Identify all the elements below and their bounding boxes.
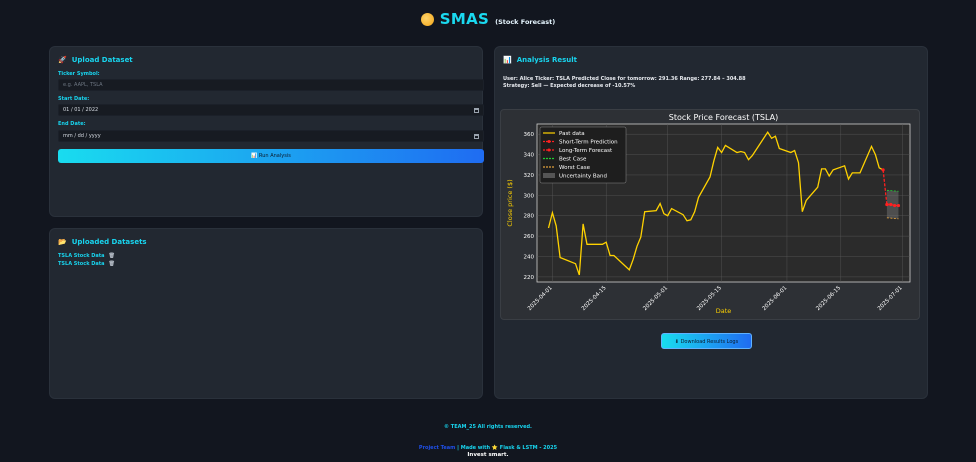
calendar-icon[interactable]	[474, 108, 479, 113]
app-title: SMAS	[439, 10, 490, 28]
y-tick-label: 300	[524, 193, 535, 199]
trash-icon[interactable]: 🗑	[109, 261, 115, 267]
y-tick-label: 360	[524, 132, 535, 138]
y-tick-label: 240	[524, 255, 535, 261]
ticker-input[interactable]: e.g. AAPL, TSLA	[58, 79, 484, 91]
analysis-result-heading: 📊 Analysis Result	[503, 56, 578, 64]
legend-label: Past data	[559, 131, 585, 137]
long-term-point	[889, 202, 893, 207]
rocket-icon: 🚀	[58, 56, 67, 64]
run-analysis-button[interactable]: 📊 Run Analysis	[58, 149, 484, 163]
chart-icon: 📊	[503, 56, 512, 64]
footer-tagline: Invest smart.	[467, 452, 509, 458]
footer-rights: © TEAM_25 All rights reserved.	[444, 424, 532, 430]
y-tick-label: 260	[524, 234, 535, 240]
dataset-item[interactable]: TSLA Stock Data 🗑	[58, 253, 115, 259]
download-icon: ⬇	[674, 339, 679, 345]
long-term-point	[896, 203, 901, 208]
legend-swatch	[543, 173, 555, 178]
strategy-summary: Strategy: Sell — Expected decrease of -1…	[503, 83, 636, 89]
short-term-point	[881, 168, 885, 172]
forecast-chart-svg: Stock Price Forecast (TSLA) 220 240 260 280 3…	[506, 113, 911, 315]
y-tick-label: 340	[524, 153, 535, 159]
calendar-icon[interactable]	[474, 134, 479, 139]
end-date-label: End Date:	[58, 121, 86, 127]
upload-dataset-heading: 🚀 Upload Dataset	[58, 56, 133, 64]
y-tick-label: 220	[524, 275, 535, 281]
developer-link[interactable]: Project Team	[419, 445, 456, 451]
chart-icon: 📊	[251, 153, 258, 159]
analysis-result-card: 📊 Analysis Result User: Alice Ticker: TS…	[494, 46, 928, 399]
x-tick-label: 2025-07-01	[877, 285, 904, 312]
y-tick-label: 280	[524, 214, 535, 220]
legend-label: Uncertainty Band	[559, 174, 607, 180]
start-date-label: Start Date:	[58, 96, 90, 102]
footer-credits: Project Team | Made with ⭐ Flask & LSTM …	[418, 445, 558, 451]
end-date-input[interactable]: mm / dd / yyyy	[58, 130, 484, 142]
ticker-label: Ticker Symbol:	[58, 71, 100, 77]
long-term-point	[893, 203, 897, 208]
y-tick-label: 320	[524, 173, 535, 179]
legend-label: Worst Case	[559, 165, 591, 171]
legend-marker	[547, 140, 551, 143]
folder-icon: 📂	[58, 238, 67, 246]
x-tick-label: 2025-06-15	[815, 285, 842, 312]
trash-icon[interactable]: 🗑	[109, 253, 115, 259]
x-tick-label: 2025-04-01	[527, 285, 554, 312]
app-header: SMAS (Stock Forecast)	[0, 10, 976, 28]
upload-dataset-card: 🚀 Upload Dataset Ticker Symbol: e.g. AAP…	[49, 46, 484, 217]
x-tick-label: 2025-05-01	[642, 285, 669, 312]
long-term-point	[885, 202, 889, 207]
legend-label: Long-Term Forecast	[559, 148, 613, 154]
dataset-item[interactable]: TSLA Stock Data 🗑	[58, 261, 115, 267]
legend-label: Best Case	[559, 157, 587, 163]
app-subtitle: (Stock Forecast)	[495, 18, 556, 26]
forecast-chart: Stock Price Forecast (TSLA) 220 240 260 280 3…	[500, 109, 920, 320]
download-logs-button[interactable]: ⬇ Download Results Logs	[661, 333, 752, 349]
end-date-value: mm / dd / yyyy	[63, 133, 101, 139]
y-axis-label: Close price ($)	[506, 179, 514, 226]
uploaded-datasets-heading: 📂 Uploaded Datasets	[58, 238, 147, 246]
uploaded-datasets-card: 📂 Uploaded Datasets TSLA Stock Data 🗑 TS…	[49, 228, 483, 399]
start-date-input[interactable]: 01 / 01 / 2022	[58, 104, 484, 116]
legend-marker	[547, 148, 551, 152]
x-tick-label: 2025-06-01	[762, 285, 789, 312]
x-axis-label: Date	[716, 307, 732, 315]
x-tick-label: 2025-04-15	[581, 285, 608, 312]
logo-icon	[420, 12, 434, 26]
prediction-summary: User: Alice Ticker: TSLA Predicted Close…	[503, 76, 746, 82]
start-date-value: 01 / 01 / 2022	[63, 107, 99, 113]
chart-title: Stock Price Forecast (TSLA)	[669, 113, 778, 122]
legend-label: Short-Term Prediction	[559, 140, 618, 146]
